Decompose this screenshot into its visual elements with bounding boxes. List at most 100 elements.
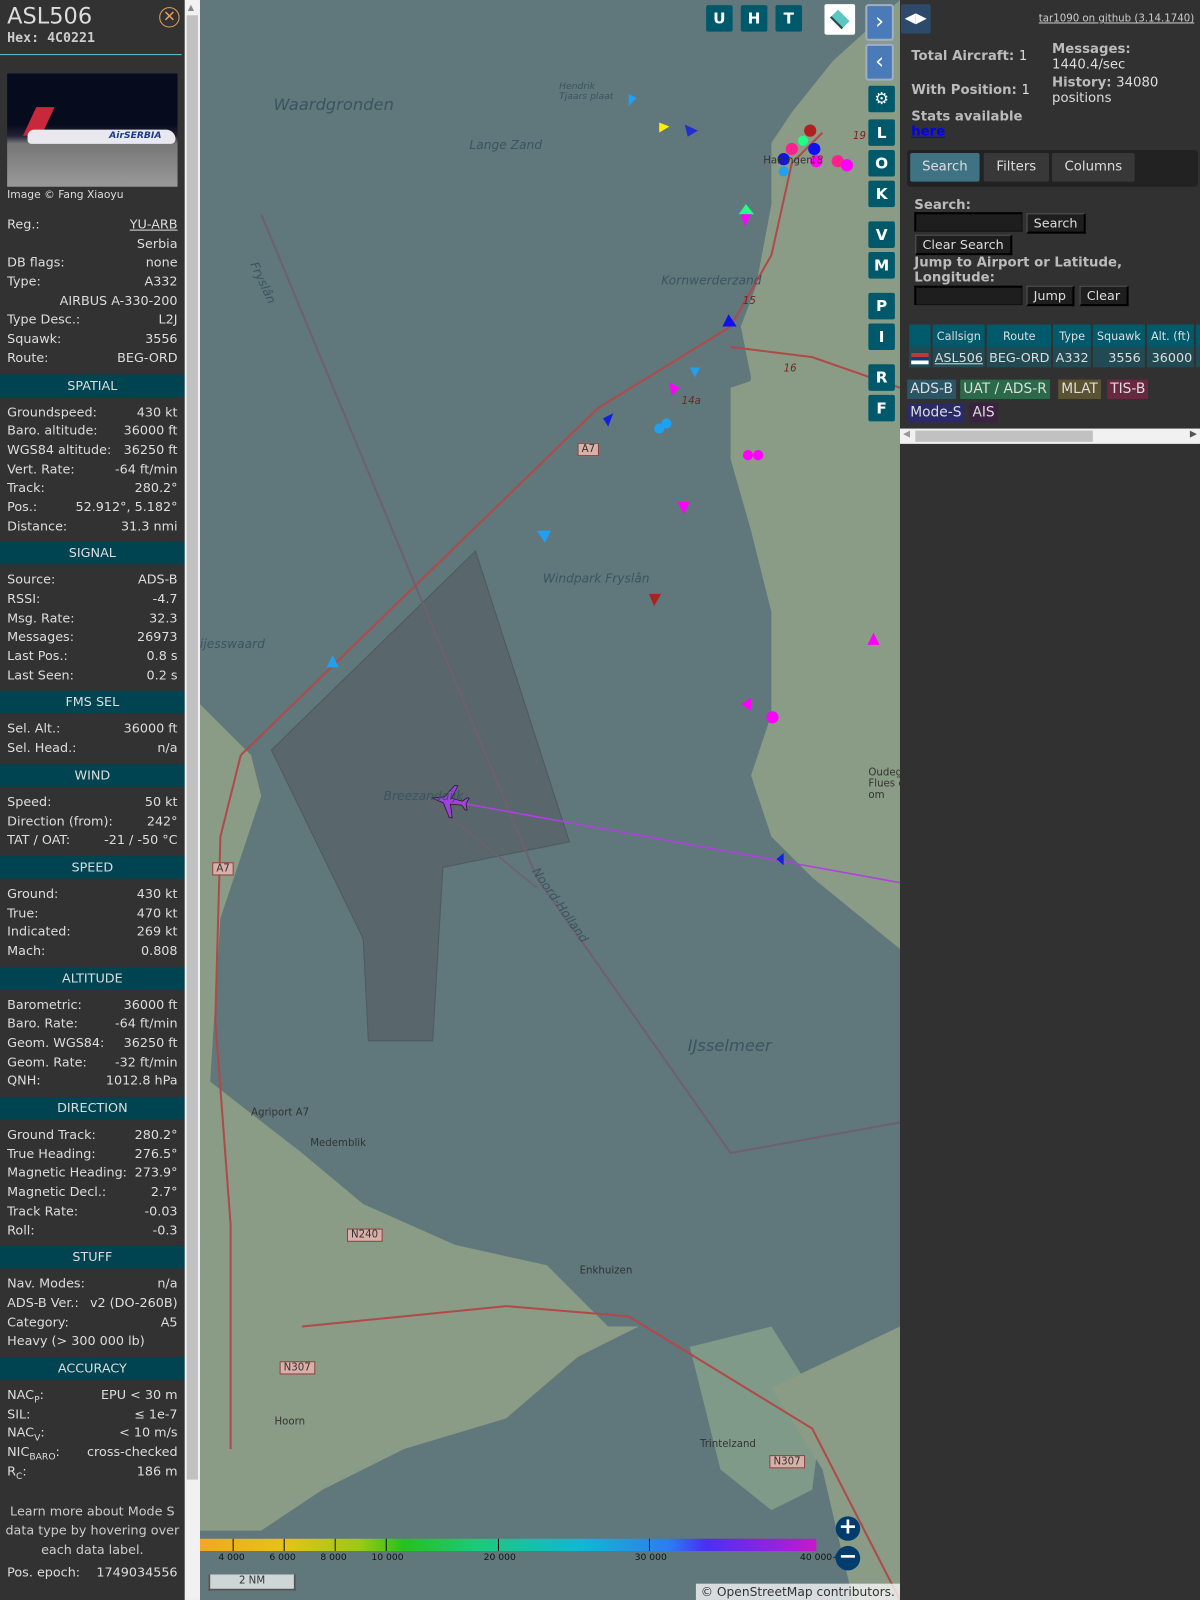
stats: Stats available here bbox=[911, 109, 1022, 140]
scroll-right-icon[interactable]: ▶ bbox=[1190, 430, 1197, 440]
callsign-link[interactable]: ASL506 bbox=[935, 349, 983, 364]
column-header[interactable]: S bbox=[1196, 324, 1200, 347]
row-label: Indicated: bbox=[7, 923, 71, 940]
stats-label: Stats available bbox=[911, 109, 1023, 125]
map-button-m[interactable]: M bbox=[868, 252, 895, 279]
source-badge-mlat[interactable]: MLAT bbox=[1058, 379, 1101, 399]
row-value: -64 ft/min bbox=[115, 1015, 178, 1031]
settings-button[interactable]: ⚙ bbox=[868, 85, 895, 113]
row-label: Groundspeed: bbox=[7, 403, 97, 419]
pos-value: 1 bbox=[1021, 82, 1030, 98]
tab-columns[interactable]: Columns bbox=[1052, 153, 1135, 182]
legend-tick bbox=[497, 1538, 499, 1552]
accuracy-row: NICBARO: cross-checked bbox=[0, 1443, 185, 1463]
section-spatial: SPATIAL bbox=[0, 373, 185, 397]
row-value: 1012.8 hPa bbox=[105, 1072, 178, 1089]
zoom-out-button[interactable]: − bbox=[835, 1545, 861, 1571]
column-header[interactable]: Alt. (ft) bbox=[1146, 324, 1195, 347]
layers-icon bbox=[829, 9, 850, 30]
row-value[interactable]: YU-ARB bbox=[130, 215, 178, 234]
source-badge-uat-ads-r[interactable]: UAT / ADS-R bbox=[960, 379, 1050, 399]
map-button-i[interactable]: I bbox=[868, 323, 895, 350]
column-header[interactable]: Route bbox=[987, 324, 1052, 347]
layers-button[interactable] bbox=[824, 4, 856, 35]
github-link[interactable]: tar1090 on github (3.14.1740) bbox=[1039, 13, 1194, 24]
source-badge-tis-b[interactable]: TIS-B bbox=[1107, 379, 1149, 399]
section-altitude: ALTITUDE bbox=[0, 966, 185, 990]
scrollbar-thumb[interactable] bbox=[186, 15, 198, 1480]
row-label: Direction (from): bbox=[7, 812, 113, 829]
table-horizontal-scrollbar[interactable]: ◀ ▶ bbox=[899, 428, 1200, 444]
source-badge-mode-s[interactable]: Mode-S bbox=[907, 403, 965, 423]
source-badge-ais[interactable]: AIS bbox=[969, 403, 998, 423]
clear-search-button[interactable]: Clear Search bbox=[915, 234, 1012, 256]
column-header[interactable] bbox=[909, 324, 931, 347]
close-icon[interactable]: ✕ bbox=[159, 7, 180, 28]
scroll-up-icon[interactable]: ▲ bbox=[188, 3, 194, 12]
search-input[interactable] bbox=[914, 212, 1023, 232]
label-sub: BARO bbox=[29, 1452, 56, 1463]
expand-panel-button[interactable]: › bbox=[865, 4, 894, 41]
map-button-o[interactable]: O bbox=[868, 149, 895, 177]
map-view[interactable]: Waardgronden Hendrik Tjaars plaat Lange Za… bbox=[199, 0, 900, 1600]
map-button-h[interactable]: H bbox=[740, 5, 768, 32]
sidebar-scrollbar[interactable]: ▲ bbox=[184, 0, 200, 1600]
table-row[interactable]: ASL506 BEG-ORD A332 3556 36000 bbox=[909, 346, 1200, 368]
map-button-t[interactable]: T bbox=[775, 5, 803, 32]
info-row: Reg.: YU-ARB bbox=[0, 215, 185, 234]
road-label: 18 bbox=[810, 155, 824, 167]
collapse-panel-button[interactable]: ‹ bbox=[865, 43, 894, 81]
tab-filters[interactable]: Filters bbox=[983, 153, 1049, 182]
clear-button[interactable]: Clear bbox=[1079, 285, 1129, 307]
row-value: A332 bbox=[144, 273, 178, 289]
legend-tick bbox=[334, 1538, 336, 1552]
row-value: 52.912°, 5.182° bbox=[75, 498, 178, 515]
row-value: 269 kt bbox=[136, 923, 178, 940]
map-attribution[interactable]: © OpenStreetMap contributors. bbox=[695, 1583, 900, 1600]
map-label: Hendrik Tjaars plaat bbox=[559, 81, 614, 103]
row-value: 36250 ft bbox=[123, 441, 178, 458]
map-button-r[interactable]: R bbox=[868, 364, 895, 391]
tab-search[interactable]: Search bbox=[910, 153, 980, 182]
row-label: DB flags: bbox=[7, 254, 65, 270]
column-header[interactable]: Squawk bbox=[1092, 324, 1145, 347]
pos-label: With Position: bbox=[911, 82, 1017, 98]
callsign-cell[interactable]: ASL506 bbox=[932, 346, 986, 368]
info-row: WGS84 altitude: 36250 ft bbox=[0, 441, 185, 460]
map-label: Lange Zand bbox=[469, 137, 543, 153]
source-badge-ads-b[interactable]: ADS-B bbox=[907, 379, 956, 399]
aircraft-photo[interactable]: AirSERBIA bbox=[7, 73, 178, 187]
legend-tick-label: 10 000 bbox=[371, 1553, 404, 1564]
row-label: Mach: bbox=[7, 942, 46, 959]
scroll-left-icon[interactable]: ◀ bbox=[903, 430, 910, 440]
search-button[interactable]: Search bbox=[1026, 213, 1086, 234]
map-button-v[interactable]: V bbox=[868, 221, 895, 248]
toggle-sidebar-button[interactable]: ◀▶ bbox=[901, 4, 931, 34]
zoom-in-button[interactable]: + bbox=[835, 1516, 861, 1541]
road-label: 16 bbox=[783, 363, 797, 375]
road-label: N307 bbox=[769, 1455, 805, 1469]
search-label: Search: bbox=[914, 197, 971, 214]
stats-link[interactable]: here bbox=[911, 124, 945, 139]
row-value: EPU < 30 m bbox=[100, 1386, 178, 1402]
row-label: Messages: bbox=[7, 628, 74, 645]
jump-input[interactable] bbox=[914, 285, 1023, 306]
map-button-f[interactable]: F bbox=[868, 394, 895, 422]
map-button-k[interactable]: K bbox=[868, 180, 895, 208]
jump-button[interactable]: Jump bbox=[1026, 285, 1075, 307]
serbia-flag-icon bbox=[911, 352, 929, 364]
map-button-u[interactable]: U bbox=[706, 5, 733, 32]
column-header[interactable]: Callsign bbox=[932, 324, 986, 347]
info-row: Serbia bbox=[0, 234, 185, 253]
section-speed: SPEED bbox=[0, 855, 185, 879]
row-value: cross-checked bbox=[87, 1443, 178, 1460]
map-button-l[interactable]: L bbox=[868, 119, 895, 146]
info-row: True: 470 kt bbox=[0, 904, 185, 923]
info-row: True Heading: 276.5° bbox=[0, 1145, 185, 1164]
column-header[interactable]: Type bbox=[1053, 324, 1091, 347]
road-label: N240 bbox=[346, 1228, 383, 1242]
scrollbar-thumb[interactable] bbox=[915, 430, 1093, 442]
row-label: TAT / OAT: bbox=[7, 831, 71, 848]
map-button-p[interactable]: P bbox=[868, 292, 895, 320]
row-value: 1749034556 bbox=[96, 1564, 178, 1580]
